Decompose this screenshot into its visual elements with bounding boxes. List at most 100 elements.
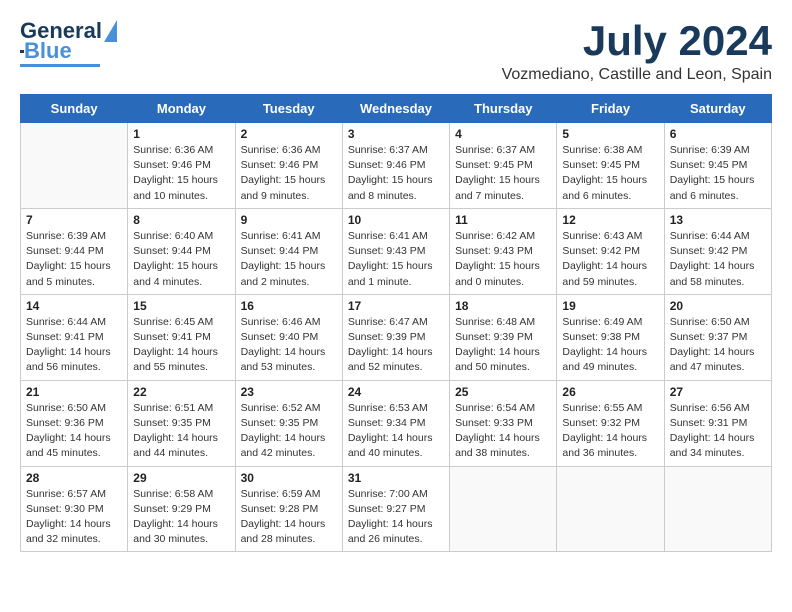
day-info: Sunrise: 6:37 AM Sunset: 9:46 PM Dayligh…: [348, 143, 444, 204]
day-info: Sunrise: 6:46 AM Sunset: 9:40 PM Dayligh…: [241, 315, 337, 376]
day-info: Sunrise: 6:56 AM Sunset: 9:31 PM Dayligh…: [670, 401, 766, 462]
calendar-day-cell: 13Sunrise: 6:44 AM Sunset: 9:42 PM Dayli…: [664, 208, 771, 294]
day-number: 23: [241, 385, 337, 399]
day-number: 19: [562, 299, 658, 313]
day-info: Sunrise: 6:42 AM Sunset: 9:43 PM Dayligh…: [455, 229, 551, 290]
day-info: Sunrise: 6:55 AM Sunset: 9:32 PM Dayligh…: [562, 401, 658, 462]
day-number: 14: [26, 299, 122, 313]
logo-text-blue: Blue: [24, 40, 72, 62]
day-number: 27: [670, 385, 766, 399]
calendar-table: SundayMondayTuesdayWednesdayThursdayFrid…: [20, 94, 772, 552]
day-of-week-header: Thursday: [450, 95, 557, 123]
day-info: Sunrise: 6:47 AM Sunset: 9:39 PM Dayligh…: [348, 315, 444, 376]
day-number: 1: [133, 127, 229, 141]
calendar-day-cell: 17 Sunrise: 6:47 AM Sunset: 9:39 PM Dayli…: [342, 294, 449, 380]
calendar-day-cell: 26 Sunrise: 6:55 AM Sunset: 9:32 PM Dayli…: [557, 380, 664, 466]
calendar-day-cell: 9 Sunrise: 6:41 AM Sunset: 9:44 PM Daylig…: [235, 208, 342, 294]
day-info: Sunrise: 6:44 AM Sunset: 9:42 PM Dayligh…: [670, 229, 766, 290]
day-info: Sunrise: 6:44 AM Sunset: 9:41 PM Dayligh…: [26, 315, 122, 376]
day-of-week-header: Friday: [557, 95, 664, 123]
day-of-week-header: Monday: [128, 95, 235, 123]
day-number: 28: [26, 471, 122, 485]
calendar-day-cell: 24Sunrise: 6:53 AM Sunset: 9:34 PM Dayli…: [342, 380, 449, 466]
day-info: Sunrise: 6:49 AM Sunset: 9:38 PM Dayligh…: [562, 315, 658, 376]
calendar-day-cell: [21, 123, 128, 209]
calendar-day-cell: 4 Sunrise: 6:37 AM Sunset: 9:45 PM Daylig…: [450, 123, 557, 209]
logo-bar: [20, 64, 100, 67]
day-number: 7: [26, 213, 122, 227]
day-info: Sunrise: 6:50 AM Sunset: 9:37 PM Dayligh…: [670, 315, 766, 376]
day-number: 16: [241, 299, 337, 313]
day-info: Sunrise: 7:00 AM Sunset: 9:27 PM Dayligh…: [348, 487, 444, 548]
day-info: Sunrise: 6:39 AM Sunset: 9:44 PM Dayligh…: [26, 229, 122, 290]
calendar-day-cell: 7 Sunrise: 6:39 AM Sunset: 9:44 PM Daylig…: [21, 208, 128, 294]
calendar-day-cell: [664, 466, 771, 552]
day-of-week-header: Sunday: [21, 95, 128, 123]
calendar-day-cell: [450, 466, 557, 552]
day-info: Sunrise: 6:57 AM Sunset: 9:30 PM Dayligh…: [26, 487, 122, 548]
day-number: 30: [241, 471, 337, 485]
day-info: Sunrise: 6:41 AM Sunset: 9:44 PM Dayligh…: [241, 229, 337, 290]
day-number: 5: [562, 127, 658, 141]
day-number: 22: [133, 385, 229, 399]
day-number: 6: [670, 127, 766, 141]
day-of-week-header: Wednesday: [342, 95, 449, 123]
day-number: 15: [133, 299, 229, 313]
day-number: 12: [562, 213, 658, 227]
day-number: 9: [241, 213, 337, 227]
calendar-day-cell: 2 Sunrise: 6:36 AM Sunset: 9:46 PM Daylig…: [235, 123, 342, 209]
calendar-day-cell: 12 Sunrise: 6:43 AM Sunset: 9:42 PM Dayli…: [557, 208, 664, 294]
calendar-day-cell: 10 Sunrise: 6:41 AM Sunset: 9:43 PM Dayli…: [342, 208, 449, 294]
calendar-day-cell: 14 Sunrise: 6:44 AM Sunset: 9:41 PM Dayli…: [21, 294, 128, 380]
day-number: 24: [348, 385, 444, 399]
day-info: Sunrise: 6:48 AM Sunset: 9:39 PM Dayligh…: [455, 315, 551, 376]
calendar-day-cell: 20 Sunrise: 6:50 AM Sunset: 9:37 PM Dayli…: [664, 294, 771, 380]
calendar-day-cell: 5 Sunrise: 6:38 AM Sunset: 9:45 PM Daylig…: [557, 123, 664, 209]
title-block: July 2024 Vozmediano, Castille and Leon,…: [502, 20, 772, 84]
calendar-week-row: 1 Sunrise: 6:36 AM Sunset: 9:46 PM Daylig…: [21, 123, 772, 209]
day-number: 18: [455, 299, 551, 313]
month-year-title: July 2024: [502, 20, 772, 62]
day-number: 3: [348, 127, 444, 141]
calendar-day-cell: 15Sunrise: 6:45 AM Sunset: 9:41 PM Dayli…: [128, 294, 235, 380]
day-of-week-header: Tuesday: [235, 95, 342, 123]
location-subtitle: Vozmediano, Castille and Leon, Spain: [502, 66, 772, 84]
day-info: Sunrise: 6:43 AM Sunset: 9:42 PM Dayligh…: [562, 229, 658, 290]
day-number: 21: [26, 385, 122, 399]
calendar-day-cell: 30Sunrise: 6:59 AM Sunset: 9:28 PM Dayli…: [235, 466, 342, 552]
day-number: 31: [348, 471, 444, 485]
calendar-day-cell: 23Sunrise: 6:52 AM Sunset: 9:35 PM Dayli…: [235, 380, 342, 466]
day-number: 8: [133, 213, 229, 227]
day-info: Sunrise: 6:37 AM Sunset: 9:45 PM Dayligh…: [455, 143, 551, 204]
day-number: 10: [348, 213, 444, 227]
calendar-day-cell: 1 Sunrise: 6:36 AM Sunset: 9:46 PM Daylig…: [128, 123, 235, 209]
calendar-week-row: 7 Sunrise: 6:39 AM Sunset: 9:44 PM Daylig…: [21, 208, 772, 294]
day-info: Sunrise: 6:36 AM Sunset: 9:46 PM Dayligh…: [241, 143, 337, 204]
calendar-day-cell: 25 Sunrise: 6:54 AM Sunset: 9:33 PM Dayli…: [450, 380, 557, 466]
day-info: Sunrise: 6:54 AM Sunset: 9:33 PM Dayligh…: [455, 401, 551, 462]
day-info: Sunrise: 6:36 AM Sunset: 9:46 PM Dayligh…: [133, 143, 229, 204]
day-info: Sunrise: 6:40 AM Sunset: 9:44 PM Dayligh…: [133, 229, 229, 290]
calendar-header-row: SundayMondayTuesdayWednesdayThursdayFrid…: [21, 95, 772, 123]
day-info: Sunrise: 6:51 AM Sunset: 9:35 PM Dayligh…: [133, 401, 229, 462]
calendar-day-cell: 11 Sunrise: 6:42 AM Sunset: 9:43 PM Dayli…: [450, 208, 557, 294]
logo: General Blue: [20, 20, 117, 67]
day-info: Sunrise: 6:38 AM Sunset: 9:45 PM Dayligh…: [562, 143, 658, 204]
day-number: 25: [455, 385, 551, 399]
day-number: 17: [348, 299, 444, 313]
calendar-day-cell: 6Sunrise: 6:39 AM Sunset: 9:45 PM Daylig…: [664, 123, 771, 209]
calendar-day-cell: 19 Sunrise: 6:49 AM Sunset: 9:38 PM Dayli…: [557, 294, 664, 380]
day-number: 20: [670, 299, 766, 313]
day-number: 11: [455, 213, 551, 227]
calendar-day-cell: 31 Sunrise: 7:00 AM Sunset: 9:27 PM Dayli…: [342, 466, 449, 552]
day-number: 26: [562, 385, 658, 399]
calendar-day-cell: 18 Sunrise: 6:48 AM Sunset: 9:39 PM Dayli…: [450, 294, 557, 380]
calendar-day-cell: 8 Sunrise: 6:40 AM Sunset: 9:44 PM Daylig…: [128, 208, 235, 294]
day-number: 2: [241, 127, 337, 141]
calendar-day-cell: 3 Sunrise: 6:37 AM Sunset: 9:46 PM Daylig…: [342, 123, 449, 209]
day-number: 4: [455, 127, 551, 141]
calendar-day-cell: 21Sunrise: 6:50 AM Sunset: 9:36 PM Dayli…: [21, 380, 128, 466]
day-number: 29: [133, 471, 229, 485]
calendar-day-cell: 29Sunrise: 6:58 AM Sunset: 9:29 PM Dayli…: [128, 466, 235, 552]
day-info: Sunrise: 6:41 AM Sunset: 9:43 PM Dayligh…: [348, 229, 444, 290]
